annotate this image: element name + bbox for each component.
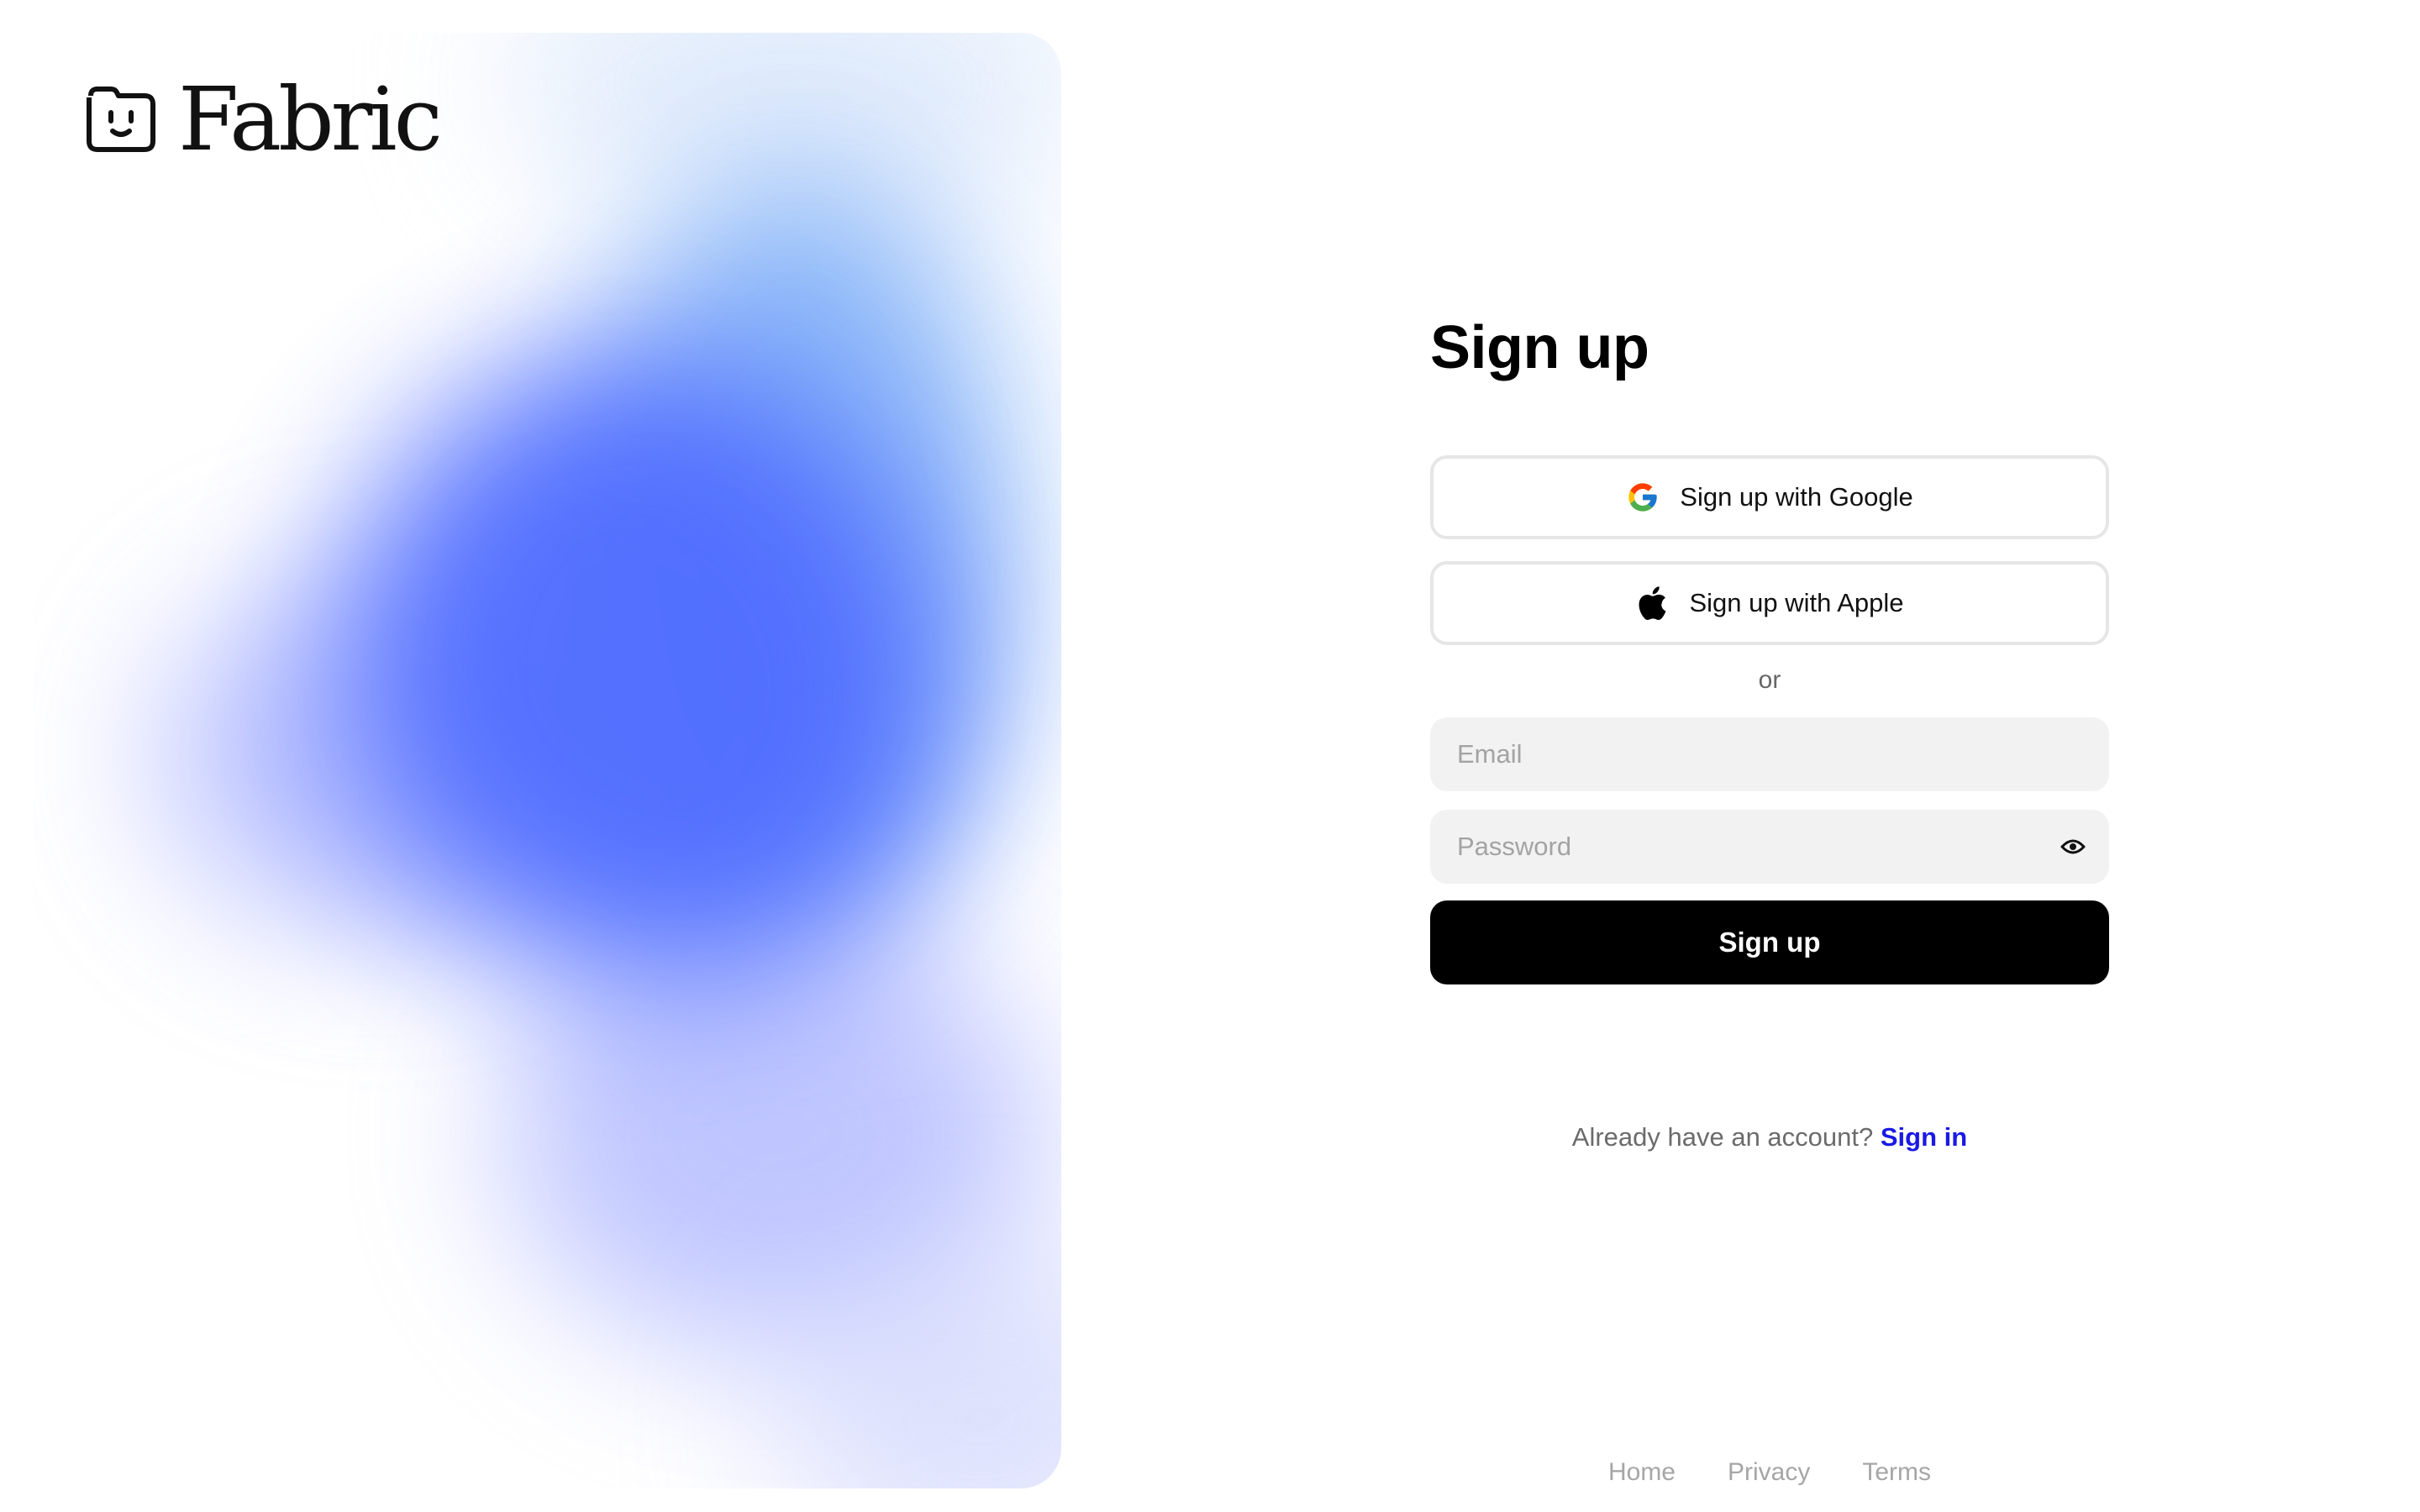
footer-link-home[interactable]: Home bbox=[1608, 1458, 1676, 1487]
footer-link-terms[interactable]: Terms bbox=[1862, 1458, 1931, 1487]
footer-links: Home Privacy Terms bbox=[1430, 1458, 2109, 1487]
google-icon bbox=[1626, 480, 1660, 514]
password-field-container bbox=[1430, 810, 2109, 884]
or-divider: or bbox=[1758, 666, 1781, 694]
apple-signup-button[interactable]: Sign up with Apple bbox=[1430, 561, 2109, 645]
email-field-container bbox=[1430, 717, 2109, 791]
signup-page: Fabric Sign up Sign up with Google Sign … bbox=[0, 0, 2420, 1512]
signin-prompt: Already have an account? Sign in bbox=[1430, 1122, 2109, 1152]
signin-prompt-text: Already have an account? bbox=[1571, 1122, 1874, 1152]
brand-logo[interactable]: Fabric bbox=[82, 68, 443, 171]
eye-icon[interactable] bbox=[2059, 832, 2087, 861]
signin-link[interactable]: Sign in bbox=[1881, 1122, 1967, 1152]
signup-form: Sign up Sign up with Google Sign up with bbox=[1430, 311, 2109, 1152]
google-button-label: Sign up with Google bbox=[1680, 482, 1913, 512]
google-signup-button[interactable]: Sign up with Google bbox=[1430, 455, 2109, 539]
signup-submit-button[interactable]: Sign up bbox=[1430, 900, 2109, 984]
gradient-hero-panel bbox=[33, 33, 1061, 1488]
password-field[interactable] bbox=[1455, 831, 2084, 863]
apple-button-label: Sign up with Apple bbox=[1689, 588, 1904, 617]
brand-name: Fabric bbox=[178, 68, 443, 171]
email-field[interactable] bbox=[1455, 738, 2084, 770]
apple-icon bbox=[1635, 586, 1669, 620]
page-title: Sign up bbox=[1430, 314, 1649, 381]
smiling-folder-icon bbox=[82, 84, 160, 155]
footer-link-privacy[interactable]: Privacy bbox=[1728, 1458, 1810, 1487]
